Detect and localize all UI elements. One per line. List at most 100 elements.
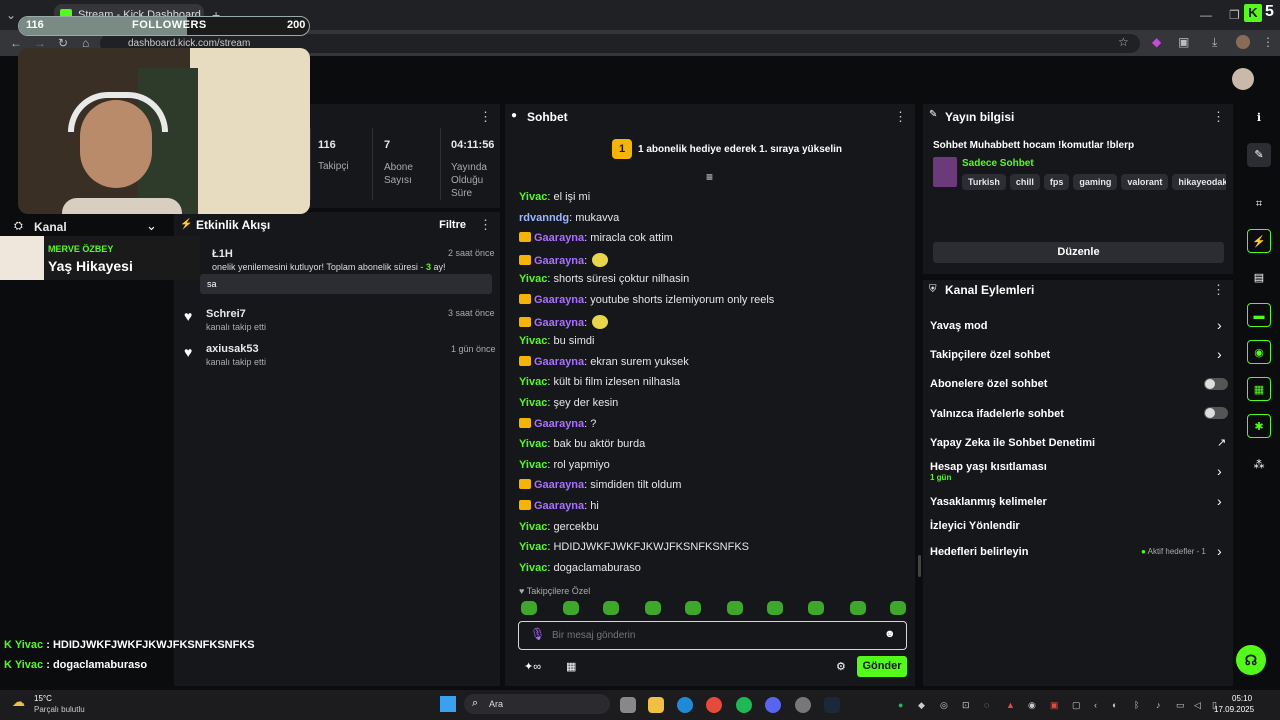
tray-app-icon[interactable]: ◎ — [940, 700, 948, 711]
followers-chat-row[interactable]: Takipçilere özel sohbet — [930, 349, 1230, 361]
edge-icon[interactable] — [677, 697, 693, 713]
tray-app-icon[interactable]: ▲ — [1006, 700, 1015, 710]
chat-username[interactable]: Yivac — [519, 335, 547, 347]
info-icon[interactable]: ℹ — [1247, 106, 1271, 130]
stream-tag[interactable]: gaming — [1073, 174, 1118, 190]
stats-menu-icon[interactable]: ⋮ — [479, 104, 492, 130]
microphone-icon[interactable]: 🎙 — [530, 627, 545, 641]
network-icon[interactable]: ▭ — [1176, 700, 1185, 711]
store-icon[interactable]: ▦ — [566, 660, 576, 673]
broadcast-icon[interactable]: ◉ — [1247, 340, 1271, 364]
emote-picker-icon[interactable] — [521, 601, 537, 615]
task-view-icon[interactable] — [620, 697, 636, 713]
stream-tag[interactable]: valorant — [1121, 174, 1169, 190]
emote-picker-icon[interactable] — [685, 601, 701, 615]
slow-mode-row[interactable]: Yavaş mod — [930, 320, 1230, 332]
chat-username[interactable]: Yivac — [519, 273, 547, 285]
profile-avatar[interactable] — [1236, 35, 1250, 49]
download-icon[interactable]: ⤓ — [1212, 35, 1217, 49]
chevron-right-icon[interactable]: › — [1217, 543, 1222, 559]
chat-username[interactable]: Yivac — [519, 541, 547, 553]
category-name[interactable]: Sadece Sohbet — [962, 158, 1034, 169]
restore-icon[interactable]: ❐ — [1229, 8, 1240, 22]
chat-username[interactable]: Gaarayna — [534, 294, 584, 306]
chat-username[interactable]: Gaarayna — [534, 356, 584, 368]
tools-icon[interactable]: ✱ — [1247, 414, 1271, 438]
emote-picker-icon[interactable] — [727, 601, 743, 615]
lightning-icon[interactable]: ⚡ — [1247, 229, 1271, 253]
chat-username[interactable]: Gaarayna — [534, 500, 584, 512]
chrome-icon[interactable] — [706, 697, 722, 713]
activity-menu-icon[interactable]: ⋮ — [479, 212, 492, 238]
chevron-right-icon[interactable]: › — [1217, 493, 1222, 509]
volume-icon[interactable]: ◁ — [1194, 700, 1201, 711]
filter-button[interactable]: Filtre — [439, 212, 466, 238]
chevron-right-icon[interactable]: › — [1217, 317, 1222, 333]
tray-spotify-icon[interactable]: ● — [898, 700, 903, 710]
pencil-icon[interactable]: ✎ — [1247, 143, 1271, 167]
account-age-row[interactable]: Hesap yaşı kısıtlaması — [930, 461, 1230, 473]
redirect-row[interactable]: İzleyici Yönlendir — [930, 520, 1230, 532]
windows-start-icon[interactable] — [440, 696, 456, 712]
ai-moderation-row[interactable]: Yapay Zeka ile Sohbet Denetimi — [930, 437, 1230, 449]
stream-tag[interactable]: chill — [1009, 174, 1040, 190]
external-link-icon[interactable]: ↗ — [1217, 436, 1226, 449]
message-input[interactable] — [552, 627, 852, 643]
chat-username[interactable]: Yivac — [519, 397, 547, 409]
tray-app-icon[interactable]: ▢ — [1072, 700, 1081, 711]
clock-date[interactable]: 17.09.2025 — [1214, 705, 1254, 714]
chevron-right-icon[interactable]: › — [1217, 346, 1222, 362]
edit-button[interactable]: Düzenle — [933, 242, 1224, 263]
settings-gear-icon[interactable]: ⚙ — [836, 660, 846, 673]
user-avatar[interactable] — [1232, 68, 1254, 90]
extension-icon[interactable]: ◆ — [1152, 35, 1161, 49]
weather-temp[interactable]: 15°C — [34, 694, 52, 703]
discord-icon[interactable] — [765, 697, 781, 713]
emote-picker-icon[interactable] — [563, 601, 579, 615]
taskbar-search[interactable] — [464, 694, 610, 714]
infinity-icon[interactable]: ✦∞ — [524, 660, 541, 673]
chat-username[interactable]: Gaarayna — [534, 479, 584, 491]
activity-user[interactable]: axiusak53 — [206, 343, 259, 355]
tray-gamepad-icon[interactable]: ⊡ — [962, 700, 970, 711]
chat-username[interactable]: Yivac — [519, 191, 547, 203]
bookmark-star-icon[interactable]: ☆ — [1118, 35, 1129, 49]
tray-chevron-icon[interactable]: ‹ — [1094, 700, 1097, 710]
tray-steam-icon[interactable]: ◐ — [1112, 700, 1117, 710]
minimize-icon[interactable]: — — [1200, 8, 1212, 22]
gift-promo[interactable]: 1 abonelik hediye ederek 1. sıraya yükse… — [638, 144, 842, 155]
tray-nvidia-icon[interactable]: ◆ — [918, 700, 925, 711]
back-icon[interactable]: ← — [10, 36, 22, 50]
chat-username[interactable]: Yivac — [519, 438, 547, 450]
tray-bluetooth-icon[interactable]: ᛒ — [1134, 700, 1139, 710]
subs-chat-toggle[interactable] — [1204, 378, 1228, 390]
stream-tag[interactable]: hikayeodaklıoyu — [1172, 174, 1226, 190]
crop-icon[interactable]: ⌗ — [1247, 192, 1271, 216]
pinned-collapse-icon[interactable]: ≡ — [706, 170, 713, 184]
stream-tag[interactable]: Turkish — [962, 174, 1006, 190]
file-explorer-icon[interactable] — [648, 697, 664, 713]
emote-picker-icon[interactable] — [645, 601, 661, 615]
channel-label[interactable]: Kanal — [34, 220, 67, 234]
extensions-puzzle-icon[interactable]: ▣ — [1178, 35, 1189, 49]
chevron-right-icon[interactable]: › — [1217, 463, 1222, 479]
emoji-icon[interactable]: ☻ — [884, 628, 896, 640]
weather-desc[interactable]: Parçalı bulutlu — [34, 705, 85, 714]
chat-icon[interactable]: ▬ — [1247, 303, 1271, 327]
chat-username[interactable]: Yivac — [519, 521, 547, 533]
tray-app-icon[interactable]: ◉ — [1028, 700, 1036, 711]
activity-user[interactable]: Ł1H — [212, 248, 233, 260]
emote-picker-icon[interactable] — [850, 601, 866, 615]
emote-picker-icon[interactable] — [603, 601, 619, 615]
chat-username[interactable]: Gaarayna — [534, 232, 584, 244]
chat-username[interactable]: Gaarayna — [534, 255, 584, 267]
stream-info-menu-icon[interactable]: ⋮ — [1212, 104, 1225, 130]
tray-app-icon[interactable]: ▣ — [1050, 700, 1059, 711]
browser-menu-icon[interactable]: ⋮ — [1262, 35, 1274, 49]
chat-scrollbar[interactable] — [918, 555, 921, 577]
chat-username[interactable]: Yivac — [519, 459, 547, 471]
obs-icon[interactable] — [795, 697, 811, 713]
layout-icon[interactable]: ▦ — [1247, 377, 1271, 401]
emote-picker-icon[interactable] — [890, 601, 906, 615]
steam-icon[interactable] — [824, 697, 840, 713]
